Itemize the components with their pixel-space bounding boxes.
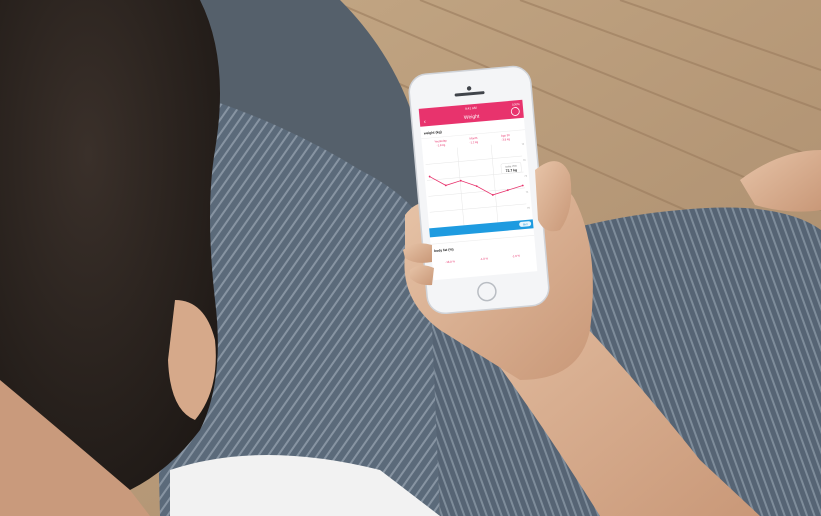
photo-background [0,0,821,516]
photo-scene: 9:41 AM 100% ‹ Weight weight (kg) Yester… [0,0,821,516]
